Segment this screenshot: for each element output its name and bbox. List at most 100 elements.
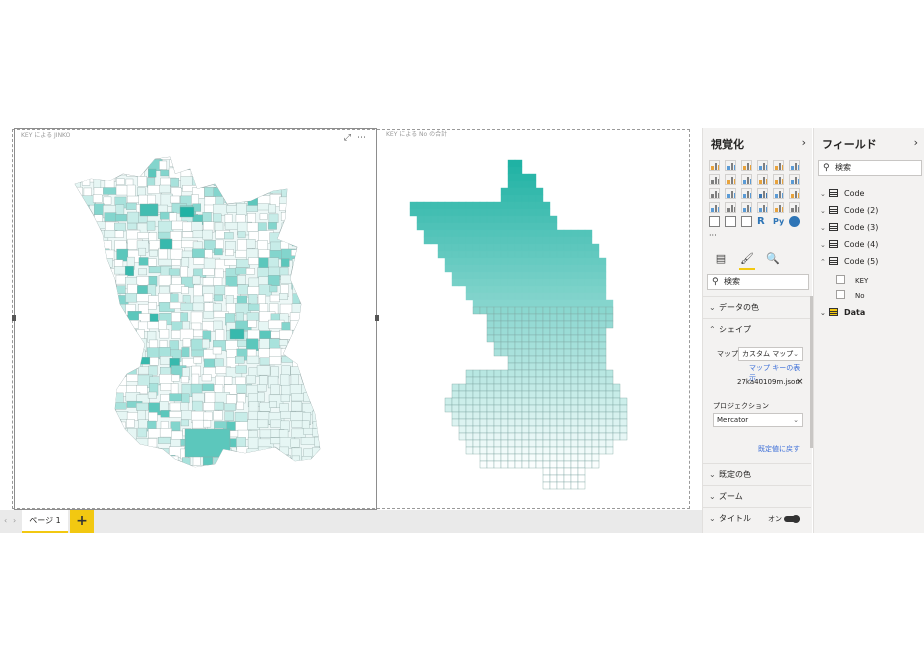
map-region[interactable] xyxy=(234,412,248,423)
grid-cell[interactable] xyxy=(500,194,509,203)
map-region[interactable] xyxy=(71,286,87,299)
grid-cell[interactable] xyxy=(612,404,621,413)
map-region[interactable] xyxy=(82,302,97,315)
map-region[interactable] xyxy=(259,213,268,220)
map-region[interactable] xyxy=(314,340,328,348)
map-region[interactable] xyxy=(268,169,283,181)
map-region[interactable] xyxy=(115,340,125,350)
grid-cell[interactable] xyxy=(598,348,607,357)
grid-cell[interactable] xyxy=(500,334,509,343)
grid-cell[interactable] xyxy=(570,299,579,308)
grid-cell[interactable] xyxy=(528,425,537,434)
grid-cell[interactable] xyxy=(542,390,551,399)
grid-cell[interactable] xyxy=(514,425,523,434)
grid-cell[interactable] xyxy=(556,299,565,308)
map-region[interactable] xyxy=(315,474,329,486)
grid-cell[interactable] xyxy=(577,229,586,238)
map-region[interactable] xyxy=(247,186,257,196)
grid-cell[interactable] xyxy=(465,278,474,287)
grid-cell[interactable] xyxy=(451,383,460,392)
map-region[interactable] xyxy=(292,475,305,487)
map-region[interactable] xyxy=(326,187,337,195)
grid-cell[interactable] xyxy=(577,264,586,273)
grid-cell[interactable] xyxy=(423,222,432,231)
grid-cell[interactable] xyxy=(549,278,558,287)
map-region[interactable] xyxy=(236,454,247,467)
map-region[interactable] xyxy=(235,249,248,258)
map-region[interactable] xyxy=(158,437,172,444)
map-region[interactable] xyxy=(326,385,339,397)
map-region[interactable] xyxy=(81,338,91,351)
map-region[interactable] xyxy=(183,475,191,482)
grid-cell[interactable] xyxy=(507,250,516,259)
table-code[interactable]: ⌄ Code xyxy=(820,187,864,201)
grid-cell[interactable] xyxy=(465,411,474,420)
grid-cell[interactable] xyxy=(528,180,537,189)
grid-cell[interactable] xyxy=(549,264,558,273)
grid-cell[interactable] xyxy=(570,285,579,294)
grid-cell[interactable] xyxy=(584,257,593,266)
grid-cell[interactable] xyxy=(598,425,607,434)
grid-cell[interactable] xyxy=(451,278,460,287)
grid-cell[interactable] xyxy=(528,334,537,343)
map-region[interactable] xyxy=(115,204,125,215)
grid-cell[interactable] xyxy=(444,215,453,224)
grid-cell[interactable] xyxy=(619,418,628,427)
map-region[interactable] xyxy=(302,367,316,376)
checkbox[interactable] xyxy=(836,290,845,299)
grid-cell[interactable] xyxy=(612,397,621,406)
grid-cell[interactable] xyxy=(598,278,607,287)
map-region[interactable] xyxy=(323,222,335,231)
map-region[interactable] xyxy=(301,222,313,231)
grid-cell[interactable] xyxy=(556,460,565,469)
map-region[interactable] xyxy=(147,464,157,474)
grid-cell[interactable] xyxy=(458,243,467,252)
grid-cell[interactable] xyxy=(479,299,488,308)
map-region[interactable] xyxy=(81,294,90,308)
grid-cell[interactable] xyxy=(563,285,572,294)
grid-cell[interactable] xyxy=(472,411,481,420)
grid-cell[interactable] xyxy=(584,432,593,441)
grid-cell[interactable] xyxy=(535,376,544,385)
grid-cell[interactable] xyxy=(591,278,600,287)
map-region[interactable] xyxy=(124,265,134,276)
map-region[interactable] xyxy=(104,321,114,331)
grid-cell[interactable] xyxy=(535,348,544,357)
grid-cell[interactable] xyxy=(514,390,523,399)
grid-cell[interactable] xyxy=(528,278,537,287)
grid-cell[interactable] xyxy=(563,460,572,469)
grid-cell[interactable] xyxy=(444,264,453,273)
section-shape[interactable]: ⌃ シェイプ xyxy=(703,318,811,339)
grid-cell[interactable] xyxy=(542,432,551,441)
grid-cell[interactable] xyxy=(542,411,551,420)
grid-cell[interactable] xyxy=(584,306,593,315)
grid-cell[interactable] xyxy=(556,397,565,406)
grid-cell[interactable] xyxy=(493,453,502,462)
map-region[interactable] xyxy=(313,239,321,249)
map-region[interactable] xyxy=(181,286,189,295)
map-region[interactable] xyxy=(312,158,329,170)
map-region[interactable] xyxy=(126,347,136,356)
grid-cell[interactable] xyxy=(549,467,558,476)
map-region[interactable] xyxy=(159,184,171,194)
grid-cell[interactable] xyxy=(528,222,537,231)
grid-cell[interactable] xyxy=(584,334,593,343)
grid-cell[interactable] xyxy=(444,229,453,238)
map-region[interactable] xyxy=(137,187,146,197)
map-region[interactable] xyxy=(203,420,212,428)
map-region-highlight[interactable] xyxy=(184,428,231,458)
grid-cell[interactable] xyxy=(507,446,516,455)
grid-cell[interactable] xyxy=(535,446,544,455)
grid-cell[interactable] xyxy=(472,292,481,301)
grid-cell[interactable] xyxy=(472,383,481,392)
grid-cell[interactable] xyxy=(577,292,586,301)
grid-cell[interactable] xyxy=(605,404,614,413)
grid-cell[interactable] xyxy=(486,425,495,434)
map-region[interactable] xyxy=(237,168,249,179)
map-region[interactable] xyxy=(73,430,85,444)
map-region[interactable] xyxy=(313,196,330,206)
grid-cell[interactable] xyxy=(563,334,572,343)
grid-cell[interactable] xyxy=(549,313,558,322)
grid-cell[interactable] xyxy=(542,215,551,224)
grid-cell[interactable] xyxy=(542,355,551,364)
